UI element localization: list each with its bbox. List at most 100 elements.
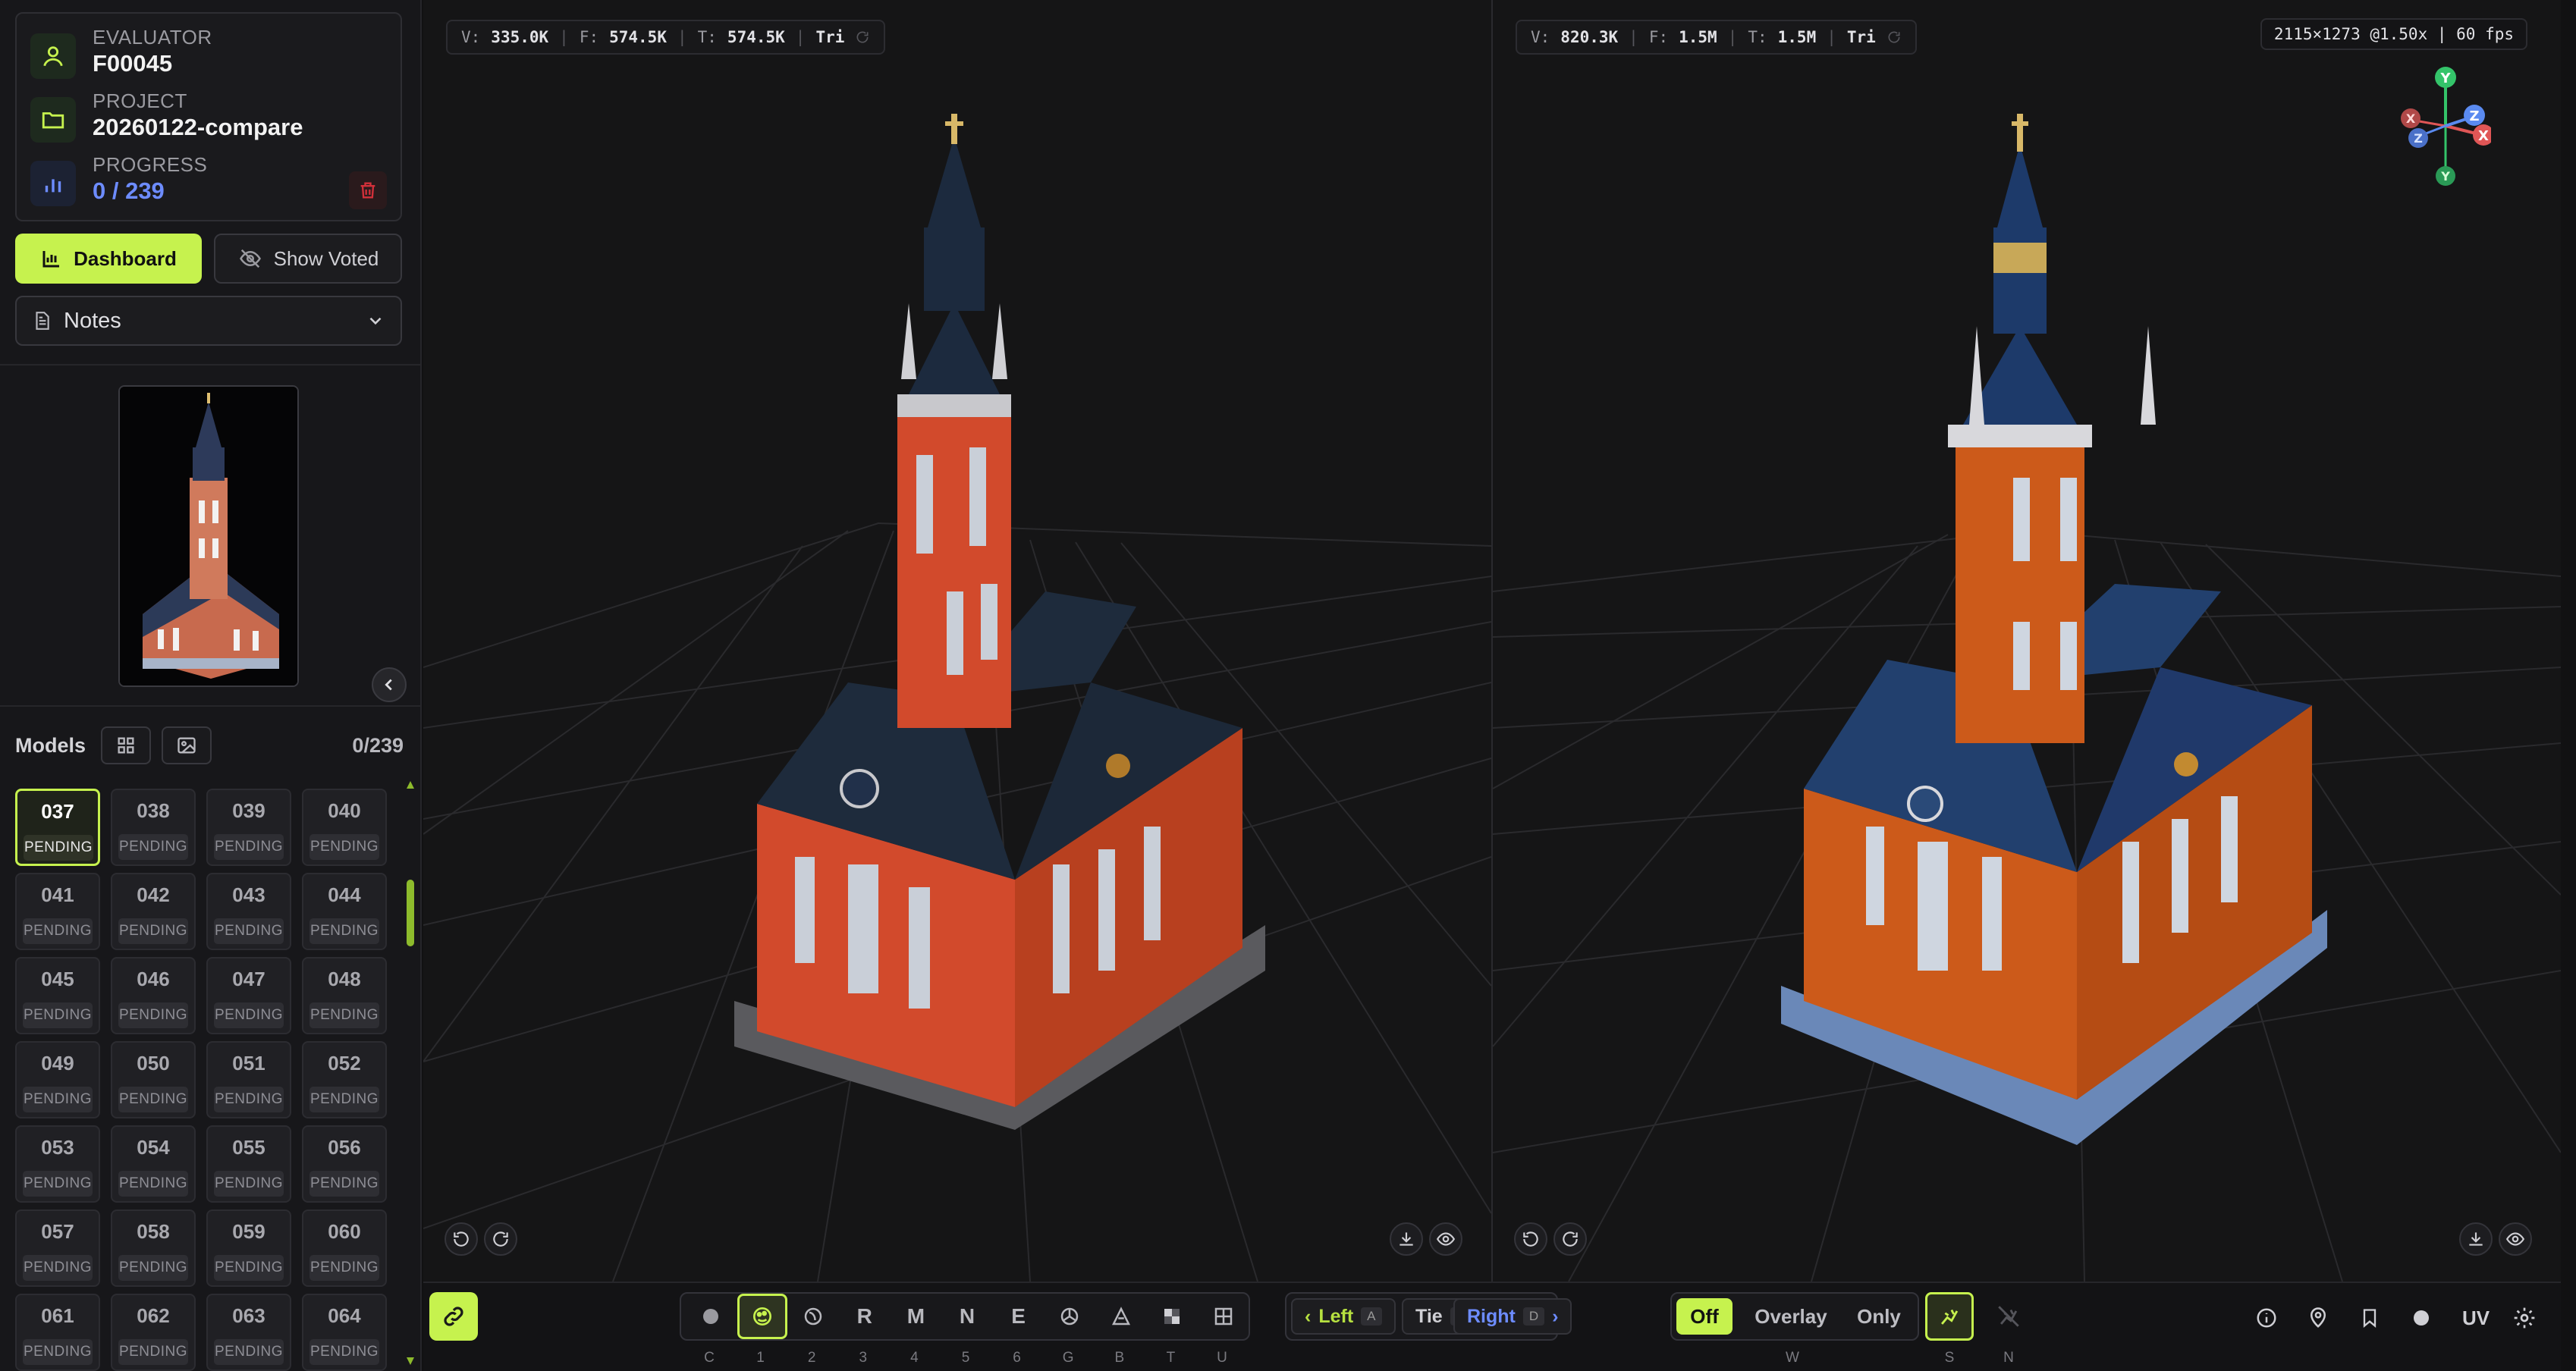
sync-cameras-button[interactable] <box>429 1292 478 1341</box>
eye-off-icon <box>239 249 261 268</box>
roughness-button[interactable]: R <box>840 1294 890 1339</box>
uv-grid-button[interactable] <box>1198 1294 1249 1339</box>
refresh-icon[interactable] <box>855 30 870 45</box>
model-tile[interactable]: 039 PENDING <box>206 789 291 866</box>
globe-button[interactable] <box>1045 1294 1095 1339</box>
download-right-button[interactable] <box>2459 1222 2493 1256</box>
normal-icon: N <box>959 1304 975 1328</box>
model-tile-number: 064 <box>328 1304 361 1327</box>
vote-left-key: A <box>1361 1307 1382 1326</box>
session-info-card: EVALUATOR F00045 PROJECT 20260122-compar… <box>15 12 402 221</box>
trash-icon[interactable] <box>349 171 387 209</box>
separator: | <box>559 28 569 46</box>
model-tile-number: 047 <box>232 968 265 990</box>
overlay-only-button[interactable]: Only <box>1845 1298 1913 1335</box>
textured-shading-button[interactable] <box>737 1294 787 1339</box>
model-tile-number: 044 <box>328 883 361 906</box>
model-tile[interactable]: 060 PENDING <box>302 1209 387 1287</box>
right-viewport[interactable]: V: 820.3K | F: 1.5M | T: 1.5M | Tri 2115×12… <box>1493 0 2561 1282</box>
rotate-ccw-icon <box>1523 1231 1538 1247</box>
model-tile[interactable]: 061 PENDING <box>15 1294 100 1371</box>
grid-scrollbar[interactable] <box>407 781 414 1365</box>
model-tile[interactable]: 058 PENDING <box>111 1209 196 1287</box>
solid-shading-button[interactable] <box>686 1294 736 1339</box>
info-button[interactable] <box>2248 1300 2285 1336</box>
model-tile[interactable]: 059 PENDING <box>206 1209 291 1287</box>
model-tile[interactable]: 038 PENDING <box>111 789 196 866</box>
model-tile[interactable]: 064 PENDING <box>302 1294 387 1371</box>
model-tile[interactable]: 063 PENDING <box>206 1294 291 1371</box>
checker-button[interactable] <box>1147 1294 1197 1339</box>
skeleton-toggle-button[interactable] <box>1925 1292 1974 1341</box>
model-tile[interactable]: 050 PENDING <box>111 1041 196 1118</box>
roughness-icon: R <box>856 1304 872 1328</box>
model-tile[interactable]: 040 PENDING <box>302 789 387 866</box>
notes-dropdown[interactable]: Notes <box>15 296 402 346</box>
left-face-label: F: <box>579 28 599 46</box>
model-tile[interactable]: 041 PENDING <box>15 873 100 950</box>
vote-right-button[interactable]: Right D › <box>1453 1298 1572 1335</box>
left-viewport[interactable]: V: 335.0K | F: 574.5K | T: 574.5K | Tri <box>423 0 1491 1282</box>
model-tile[interactable]: 057 PENDING <box>15 1209 100 1287</box>
model-tile[interactable]: 052 PENDING <box>302 1041 387 1118</box>
vote-left-button[interactable]: ‹ Left A <box>1291 1298 1396 1335</box>
collapse-sidebar-button[interactable] <box>372 667 407 702</box>
church-thumbnail-image <box>120 387 297 686</box>
normal-button[interactable]: N <box>942 1294 992 1339</box>
dashboard-button[interactable]: Dashboard <box>15 234 202 284</box>
model-tile[interactable]: 049 PENDING <box>15 1041 100 1118</box>
settings-button[interactable] <box>2506 1300 2543 1336</box>
image-view-button[interactable] <box>162 726 212 764</box>
model-thumbnail[interactable] <box>118 385 299 687</box>
material-preview-button[interactable] <box>2403 1300 2439 1336</box>
model-tile-number: 045 <box>41 968 74 990</box>
visibility-left-button[interactable] <box>1429 1222 1462 1256</box>
church-model-right <box>1781 114 2327 1145</box>
model-tile[interactable]: 047 PENDING <box>206 957 291 1034</box>
rotate-left-button[interactable] <box>1514 1222 1547 1256</box>
model-tile[interactable]: 045 PENDING <box>15 957 100 1034</box>
rotate-right-button[interactable] <box>1553 1222 1587 1256</box>
gizmo-x-label: X <box>2478 128 2489 144</box>
visibility-right-button[interactable] <box>2499 1222 2532 1256</box>
model-tile[interactable]: 062 PENDING <box>111 1294 196 1371</box>
model-tile[interactable]: 054 PENDING <box>111 1125 196 1203</box>
model-tile-number: 050 <box>137 1052 170 1075</box>
models-title: Models <box>15 733 86 757</box>
download-left-button[interactable] <box>1390 1222 1423 1256</box>
bar-chart-icon <box>30 161 76 206</box>
wireframe-shading-button[interactable] <box>788 1294 838 1339</box>
uv-button[interactable]: UV <box>2453 1300 2499 1336</box>
left-tri-label: T: <box>697 28 717 46</box>
metallic-icon: M <box>906 1304 925 1328</box>
refresh-icon[interactable] <box>1886 30 1902 45</box>
model-tile[interactable]: 043 PENDING <box>206 873 291 950</box>
metallic-button[interactable]: M <box>891 1294 941 1339</box>
progress-value: 0 / 239 <box>93 177 165 204</box>
grid-scrollbar-thumb[interactable] <box>407 880 414 946</box>
model-tile[interactable]: 046 PENDING <box>111 957 196 1034</box>
scroll-down-icon <box>407 1357 414 1365</box>
overlay-off-button[interactable]: Off <box>1676 1298 1733 1335</box>
bookmark-button[interactable] <box>2351 1300 2388 1336</box>
overlay-overlay-button[interactable]: Overlay <box>1743 1298 1839 1335</box>
model-tile-number: 052 <box>328 1052 361 1075</box>
model-tile[interactable]: 053 PENDING <box>15 1125 100 1203</box>
normals-toggle-button[interactable] <box>1984 1292 2033 1341</box>
model-tile[interactable]: 042 PENDING <box>111 873 196 950</box>
model-tile[interactable]: 051 PENDING <box>206 1041 291 1118</box>
grid-view-button[interactable] <box>101 726 152 764</box>
axis-gizmo[interactable]: Y Y X X Z Z <box>2400 65 2491 187</box>
model-tile[interactable]: 056 PENDING <box>302 1125 387 1203</box>
triangle-button[interactable] <box>1096 1294 1146 1339</box>
rotate-right-button[interactable] <box>484 1222 517 1256</box>
show-voted-button[interactable]: Show Voted <box>214 234 402 284</box>
pin-button[interactable] <box>2300 1300 2336 1336</box>
model-tile[interactable]: 044 PENDING <box>302 873 387 950</box>
model-tile[interactable]: 048 PENDING <box>302 957 387 1034</box>
emission-button[interactable]: E <box>994 1294 1044 1339</box>
rotate-left-button[interactable] <box>445 1222 478 1256</box>
grid-icon <box>118 737 134 754</box>
model-tile[interactable]: 055 PENDING <box>206 1125 291 1203</box>
model-tile[interactable]: 037 PENDING <box>15 789 100 866</box>
